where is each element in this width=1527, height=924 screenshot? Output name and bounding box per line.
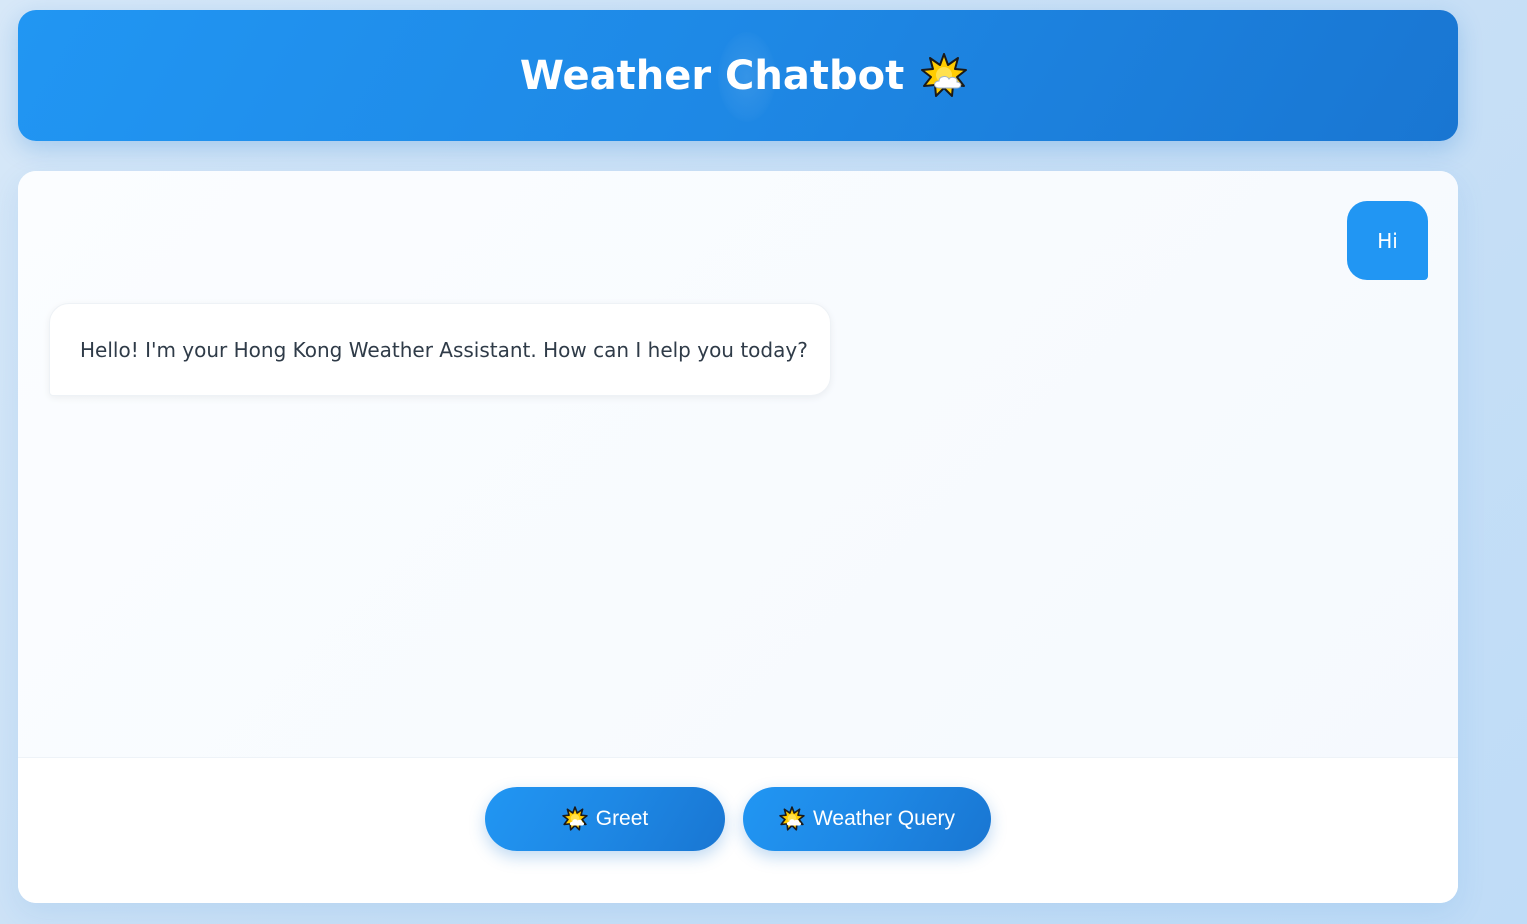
quick-actions-bar: Greet Weather Query [18, 758, 1458, 903]
message-list: Hi Hello! I'm your Hong Kong Weather Ass… [18, 171, 1458, 758]
weather-query-button[interactable]: Weather Query [743, 787, 991, 851]
sun-behind-cloud-icon [920, 52, 968, 100]
bot-message-bubble: Hello! I'm your Hong Kong Weather Assist… [49, 303, 831, 396]
greet-button[interactable]: Greet [485, 787, 725, 851]
app-header: Weather Chatbot [18, 10, 1458, 141]
sun-behind-cloud-icon [779, 806, 805, 832]
title-group: Weather Chatbot [520, 52, 968, 100]
weather-query-button-label: Weather Query [812, 807, 955, 830]
page-title: Weather Chatbot [519, 52, 905, 99]
greet-button-label: Greet [595, 807, 649, 830]
sun-behind-cloud-icon [562, 806, 588, 832]
chat-panel: Hi Hello! I'm your Hong Kong Weather Ass… [18, 171, 1458, 903]
user-message-bubble: Hi [1347, 201, 1428, 280]
